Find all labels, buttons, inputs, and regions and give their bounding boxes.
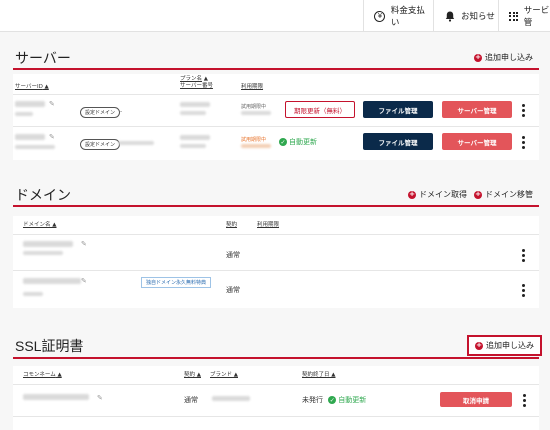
ssl-status: 未発行 ✓ 自動更新 [302,396,367,404]
server-sub-blur [15,112,33,116]
domain-blur [118,141,154,145]
period-label: 試用期限中 [241,104,267,110]
renew-button[interactable]: 期限更新（無料） [285,101,355,118]
domain-setting-pill: 設定ドメイン [80,139,121,150]
th-brand[interactable]: ブランド ▲ [210,372,238,379]
server-manage-button[interactable]: サーバー管理 [442,133,512,150]
domain-sub-blur [23,292,43,296]
th-period[interactable]: 利用期限 [241,84,263,91]
domain-name-blur [23,278,81,284]
free-domain-tag: 独自ドメイン永久無料特典 [141,277,212,288]
domain-value: - [120,108,123,115]
cancel-request-button[interactable]: 取消申請 [440,392,512,407]
plus-icon: + [474,53,482,62]
more-icon[interactable] [522,136,525,149]
domain-contract: 通常 [226,286,240,294]
more-icon[interactable] [522,104,525,117]
domain-acquire-link[interactable]: + ドメイン取得 [408,189,467,200]
services-link[interactable]: サービス管 [498,0,550,32]
yen-icon: ¥ [374,10,386,22]
server-manage-button[interactable]: サーバー管理 [442,101,512,118]
th-common-name[interactable]: コモンネーム ▲ [23,372,62,379]
period-blur [241,144,271,148]
th-ssl-contract[interactable]: 契約 ▲ [184,372,201,379]
plan-blur [180,102,210,107]
plan-blur [180,135,210,140]
domain-divider [13,205,539,207]
th-server-id[interactable]: サーバーID ▲ [15,84,49,91]
ssl-contract: 通常 [184,396,198,404]
server-id-blur [15,101,45,107]
domain-name-blur [23,241,73,247]
server-add-link[interactable]: + 追加申し込み [474,52,533,63]
pencil-icon[interactable]: ✎ [81,240,87,248]
server-add-label: 追加申し込み [485,53,533,62]
number-blur [180,111,206,115]
domain-acquire-label: ドメイン取得 [419,190,467,199]
check-icon: ✓ [328,396,337,404]
brand-blur [212,396,250,401]
domain-section-title: ドメイン [15,187,71,203]
pencil-icon[interactable]: ✎ [49,100,55,108]
th-plan[interactable]: プラン名 ▲ サーバー番号 [180,76,213,90]
ssl-divider [13,357,539,359]
th-domain-name[interactable]: ドメイン名 ▲ [23,222,57,229]
th-domain-period[interactable]: 利用期限 [257,222,279,229]
period-label: 試用期限中 [241,137,267,143]
plus-icon: + [475,341,483,350]
server-id-blur [15,134,45,140]
auto-renew-status: ✓ 自動更新 [279,138,317,146]
plus-icon: + [408,190,416,199]
file-manage-button[interactable]: ファイル管理 [363,133,433,150]
period-blur [241,111,271,115]
notice-link[interactable]: お知らせ [433,0,498,32]
more-icon[interactable] [522,284,525,297]
server-table: サーバーID ▲ プラン名 ▲ サーバー番号 利用期限 ✎ 設定ドメイン - 試… [13,74,539,160]
ssl-add-label: 追加申し込み [486,341,534,350]
pencil-icon[interactable]: ✎ [49,133,55,141]
domain-transfer-label: ドメイン移管 [485,190,533,199]
plus-icon: + [474,190,482,199]
server-divider [13,68,539,70]
domain-sub-blur [23,251,63,255]
pencil-icon[interactable]: ✎ [81,277,87,285]
check-icon: ✓ [279,138,287,146]
more-icon[interactable] [523,394,526,407]
th-end-date[interactable]: 契約終了日 ▲ [302,372,336,379]
domain-table: ドメイン名 ▲ 契約 利用期限 ✎ 通常 ✎ 独自ドメイン永久無料特典 通常 [13,216,539,308]
domain-setting-pill: 設定ドメイン [80,107,121,118]
grid-icon [509,10,519,22]
ssl-table: コモンネーム ▲ 契約 ▲ ブランド ▲ 契約終了日 ▲ ✎ 通常 未発行 ✓ 自… [13,366,539,430]
ssl-add-link[interactable]: + 追加申し込み [467,335,542,356]
more-icon[interactable] [522,249,525,262]
ssl-section-title: SSL証明書 [15,338,84,354]
pencil-icon[interactable]: ✎ [97,394,103,402]
top-bar: ¥ 料金支払い お知らせ サービス管 [0,0,550,32]
domain-contract: 通常 [226,251,240,259]
services-label: サービス管 [523,6,550,28]
common-name-blur [23,394,89,400]
domain-transfer-link[interactable]: + ドメイン移管 [474,189,533,200]
payment-link[interactable]: ¥ 料金支払い [363,0,433,32]
number-blur [180,144,206,148]
th-contract[interactable]: 契約 [226,222,237,229]
payment-label: 料金支払い [390,6,425,28]
notice-label: お知らせ [461,12,495,22]
server-section-title: サーバー [15,50,71,66]
bell-icon [444,10,456,22]
file-manage-button[interactable]: ファイル管理 [363,101,433,118]
server-sub-blur [15,145,55,149]
